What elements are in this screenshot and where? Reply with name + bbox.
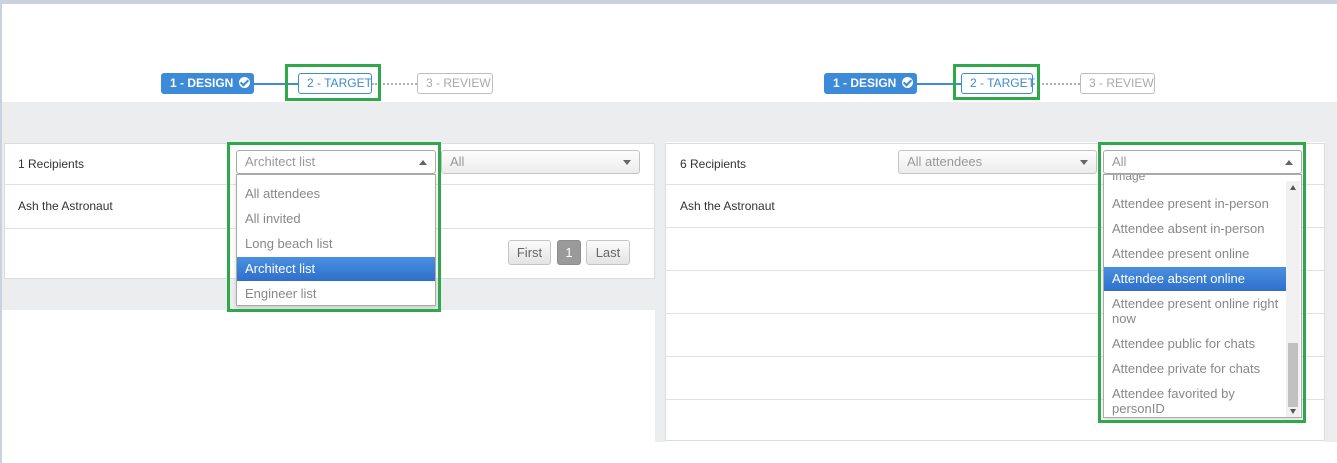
- highlight-box: [1098, 142, 1306, 423]
- filter-select[interactable]: All: [441, 150, 640, 174]
- step-review[interactable]: 3 - REVIEW: [1080, 73, 1155, 94]
- chevron-down-icon: [1080, 160, 1088, 165]
- step-design-label: 1 - DESIGN: [833, 76, 897, 90]
- chevron-down-icon: [623, 160, 631, 165]
- step-review-label: 3 - REVIEW: [1089, 76, 1154, 90]
- highlight-box: [953, 64, 1040, 100]
- step-design[interactable]: 1 - DESIGN: [161, 73, 254, 94]
- first-page-button[interactable]: First: [508, 240, 551, 265]
- window-top-border: [0, 0, 1337, 4]
- list-select-value: All attendees: [907, 154, 983, 169]
- step-connector-dotted: [1033, 83, 1080, 85]
- check-circle-icon: [902, 77, 914, 88]
- recipients-count: 1 Recipients: [18, 157, 85, 171]
- current-page-button[interactable]: 1: [557, 240, 581, 265]
- recipient-row[interactable]: Ash the Astronaut: [680, 199, 775, 213]
- last-page-button[interactable]: Last: [586, 240, 630, 265]
- right-gutter-background: [1325, 142, 1337, 442]
- step-design[interactable]: 1 - DESIGN: [824, 73, 917, 94]
- step-review[interactable]: 3 - REVIEW: [417, 73, 493, 94]
- check-circle-icon: [239, 77, 251, 88]
- filter-select-value: All: [450, 154, 465, 169]
- content-background: [2, 102, 1337, 142]
- highlight-box: [227, 142, 441, 312]
- step-review-label: 3 - REVIEW: [426, 76, 491, 90]
- step-design-label: 1 - DESIGN: [170, 76, 234, 90]
- recipient-row[interactable]: Ash the Astronaut: [18, 199, 113, 213]
- gutter-background: [655, 142, 665, 442]
- list-select[interactable]: All attendees: [898, 150, 1097, 174]
- recipients-count: 6 Recipients: [680, 157, 747, 171]
- highlight-box: [285, 64, 381, 101]
